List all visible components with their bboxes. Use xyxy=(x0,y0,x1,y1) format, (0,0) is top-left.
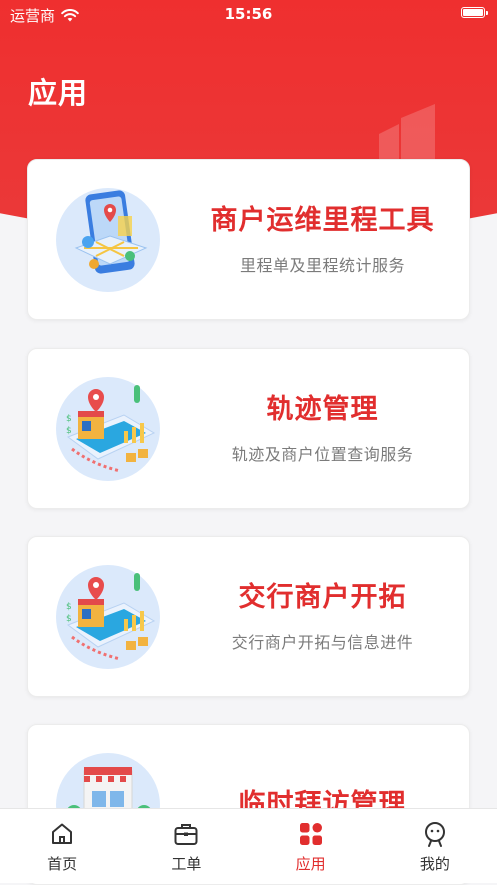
svg-text:$: $ xyxy=(66,602,72,612)
tab-label: 首页 xyxy=(47,855,78,873)
home-icon xyxy=(52,823,73,844)
tab-apps[interactable]: 应用 xyxy=(249,809,373,883)
card-title: 商户运维里程工具 xyxy=(210,204,435,236)
tab-label: 工单 xyxy=(171,855,202,873)
page-title: 应用 xyxy=(28,76,89,110)
card-title: 轨迹管理 xyxy=(266,393,379,425)
store-location-illustration-icon: $ $ xyxy=(56,377,160,481)
bottom-tab-bar: 首页 工单 应用 我的 xyxy=(0,808,497,883)
tab-home[interactable]: 首页 xyxy=(0,809,124,883)
tab-label: 应用 xyxy=(295,855,326,873)
status-bar: 运营商 15:56 xyxy=(0,0,497,28)
tab-profile[interactable]: 我的 xyxy=(373,809,497,883)
card-subtitle: 交行商户开拓与信息进件 xyxy=(231,632,414,652)
svg-text:$: $ xyxy=(66,614,72,624)
card-mileage-tool[interactable]: 商户运维里程工具 里程单及里程统计服务 xyxy=(27,159,470,320)
card-title: 交行商户开拓 xyxy=(238,581,407,613)
map-phone-illustration-icon xyxy=(56,188,160,292)
briefcase-icon xyxy=(174,824,198,845)
tab-label: 我的 xyxy=(419,855,450,873)
clock: 15:56 xyxy=(224,5,273,23)
user-icon xyxy=(424,822,445,847)
store-location-illustration-icon: $ $ xyxy=(56,565,160,669)
card-subtitle: 里程单及里程统计服务 xyxy=(239,255,405,275)
apps-grid-icon xyxy=(299,823,322,845)
card-track-management[interactable]: $ $ 轨迹管理 轨迹及商户位置查询服务 xyxy=(27,348,470,509)
svg-text:$: $ xyxy=(66,426,72,436)
tab-work-orders[interactable]: 工单 xyxy=(124,809,248,883)
card-merchant-development[interactable]: $ $ 交行商户开拓 交行商户开拓与信息进件 xyxy=(27,536,470,697)
svg-text:$: $ xyxy=(66,414,72,424)
battery-icon xyxy=(461,7,488,18)
card-subtitle: 轨迹及商户位置查询服务 xyxy=(231,444,414,464)
